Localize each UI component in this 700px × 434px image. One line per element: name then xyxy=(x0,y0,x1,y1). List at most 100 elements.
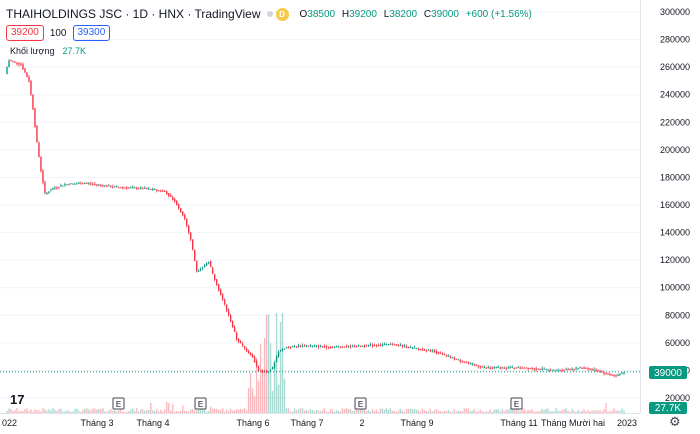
candle xyxy=(547,369,549,372)
volume-bar xyxy=(28,411,30,413)
candle xyxy=(92,182,94,186)
candle xyxy=(595,367,597,373)
candle xyxy=(108,184,110,187)
volume-bar xyxy=(251,388,254,413)
change-value: +600 (+1.56%) xyxy=(465,8,532,20)
volume-bar xyxy=(82,409,84,413)
chart-canvas[interactable]: 3000002800002600002400002200002000001800… xyxy=(0,0,700,434)
delay-badge[interactable]: D xyxy=(275,7,289,21)
candle xyxy=(120,187,122,189)
candle xyxy=(399,343,402,347)
volume-bar xyxy=(32,411,34,413)
candle xyxy=(98,183,100,187)
candle xyxy=(245,347,248,353)
tradingview-logo-icon[interactable]: 17 xyxy=(10,392,24,407)
price-tick-label: 120000 xyxy=(660,255,690,265)
volume-bar xyxy=(168,402,170,413)
candle xyxy=(303,344,306,347)
price-tick-label: 240000 xyxy=(660,90,690,100)
volume-bar xyxy=(184,410,186,413)
candle xyxy=(515,367,517,369)
volume-bar xyxy=(156,408,158,413)
volume-bar xyxy=(497,408,499,413)
candle xyxy=(106,184,108,188)
earnings-marker[interactable]: E xyxy=(354,397,367,410)
volume-bar xyxy=(543,410,545,413)
volume-bar xyxy=(505,409,507,413)
volume-bar xyxy=(421,408,424,413)
volume-bar xyxy=(409,408,412,413)
quantity-field[interactable]: 100 xyxy=(50,28,67,39)
volume-bar xyxy=(515,409,517,413)
candle xyxy=(447,354,449,357)
volume-bar xyxy=(347,409,350,413)
volume-legend[interactable]: Khối lượng 27.7K xyxy=(10,46,86,56)
candle xyxy=(405,344,408,349)
candle xyxy=(225,303,228,313)
volume-bar xyxy=(459,410,461,413)
candle xyxy=(8,59,10,68)
symbol-title[interactable]: THAIHOLDINGS JSC · 1D · HNX · TradingVie… xyxy=(6,7,261,21)
volume-legend-value: 27.7K xyxy=(62,46,86,56)
order-widget: 39200 100 39300 xyxy=(6,25,111,41)
candle xyxy=(209,260,212,268)
candle xyxy=(387,344,390,346)
volume-bar xyxy=(180,410,182,413)
candle xyxy=(619,373,621,377)
volume-bar xyxy=(591,410,593,413)
volume-bar xyxy=(46,410,48,413)
volume-bar xyxy=(615,410,617,413)
volume-bar xyxy=(499,411,501,413)
volume-bar xyxy=(92,408,94,413)
candle xyxy=(579,366,581,369)
time-scale[interactable]: 022 Tháng 3 Tháng 4 Tháng 6 Tháng 7 2 Tháng 9 T… xyxy=(2,418,637,428)
earnings-marker[interactable]: E xyxy=(510,397,523,410)
volume-bar xyxy=(190,409,192,413)
price-scale[interactable]: 300000 280000 260000 240000 220000 200000 1800… xyxy=(660,7,690,403)
time-tick-label: Tháng 6 xyxy=(236,418,269,428)
volume-bar xyxy=(44,409,46,413)
volume-bar xyxy=(447,409,449,413)
time-tick-label: 022 xyxy=(2,418,17,428)
gear-icon[interactable]: ⚙ xyxy=(669,414,681,430)
candle xyxy=(78,181,80,185)
volume-bar xyxy=(623,410,625,413)
volume-bar xyxy=(110,409,112,413)
candle xyxy=(46,192,48,195)
candle xyxy=(211,266,214,275)
candle xyxy=(511,365,513,369)
volume-bar xyxy=(597,410,599,413)
volume-bar xyxy=(223,411,226,413)
volume-bar xyxy=(541,409,543,413)
volume-bar xyxy=(150,402,152,413)
buy-button[interactable]: 39300 xyxy=(72,25,111,41)
volume-bar xyxy=(247,388,250,413)
volume-bar xyxy=(397,410,400,413)
volume-bar xyxy=(20,410,22,413)
candle xyxy=(495,366,497,369)
candle xyxy=(38,141,40,158)
symbol-legend[interactable]: THAIHOLDINGS JSC · 1D · HNX · TradingVie… xyxy=(6,6,532,22)
candle xyxy=(319,344,322,348)
volume-bar xyxy=(193,410,196,413)
volume-bar xyxy=(493,409,495,413)
sell-button[interactable]: 39200 xyxy=(6,25,44,41)
candle xyxy=(419,348,422,351)
earnings-marker[interactable]: E xyxy=(194,397,207,410)
volume-bar xyxy=(569,411,571,413)
volume-bar xyxy=(533,411,535,413)
candle xyxy=(621,372,623,375)
earnings-marker[interactable]: E xyxy=(112,397,125,410)
candle xyxy=(433,349,436,354)
volume-bar xyxy=(114,410,116,413)
candle xyxy=(118,186,120,189)
candle xyxy=(305,344,308,348)
volume-bar xyxy=(54,410,56,413)
volume-bar xyxy=(315,409,318,413)
candle xyxy=(353,344,356,348)
market-status-icon xyxy=(266,11,273,17)
candle xyxy=(373,343,376,347)
volume-bar xyxy=(80,411,82,413)
candle xyxy=(20,62,22,66)
volume-bar xyxy=(307,410,310,413)
